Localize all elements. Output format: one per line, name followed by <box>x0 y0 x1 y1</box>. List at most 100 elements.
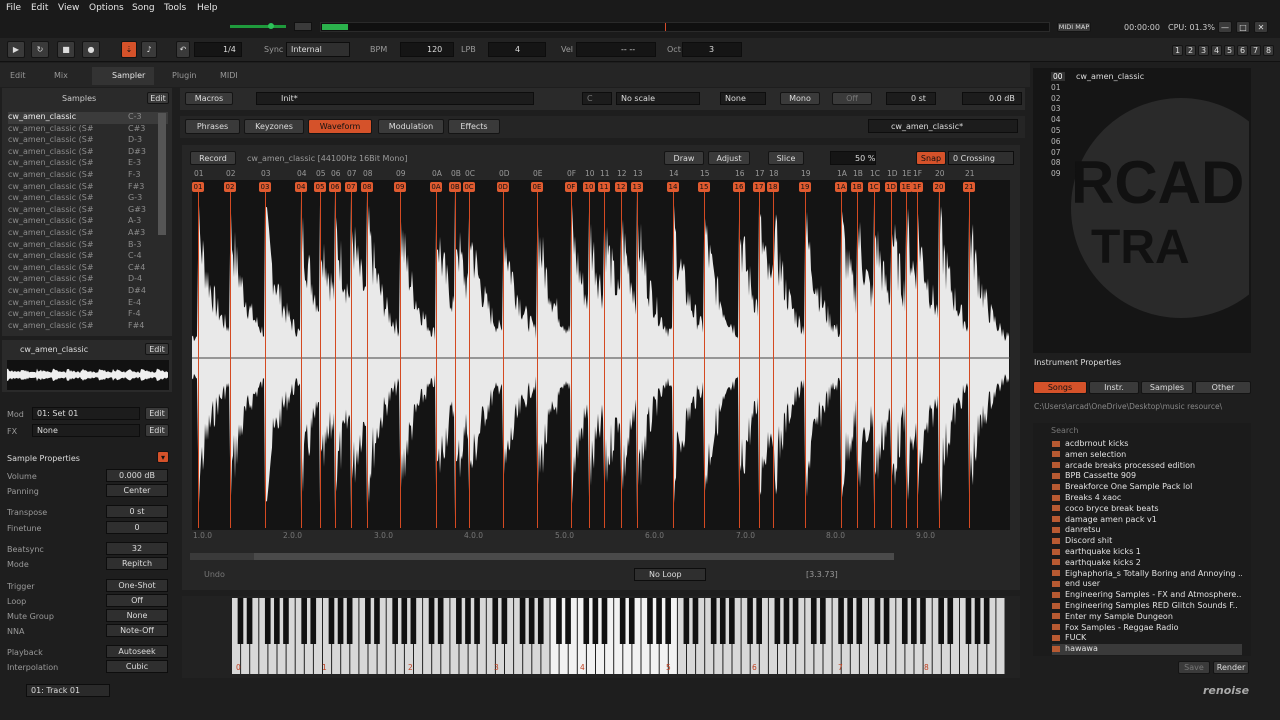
black-key[interactable] <box>374 598 380 644</box>
record-icon[interactable]: ● <box>82 41 100 58</box>
sample-list-item[interactable]: cw_amen_classic C-3 <box>8 112 168 124</box>
tab-effects[interactable]: Effects <box>448 119 500 134</box>
samples-edit-button[interactable]: Edit <box>147 92 169 104</box>
menu-edit[interactable]: Edit <box>31 3 48 13</box>
slice-marker-28[interactable]: 1D <box>885 182 897 192</box>
instrument-slot[interactable]: 08 <box>1051 158 1061 167</box>
browser-item[interactable]: Breakforce One Sample Pack lol <box>1052 482 1242 493</box>
fx-select[interactable]: None <box>32 424 140 437</box>
sample-list-item[interactable]: cw_amen_classic (S# E-4 <box>8 298 168 310</box>
instrument-slot[interactable]: 05 <box>1051 126 1061 135</box>
prop-field[interactable]: Repitch <box>106 557 168 570</box>
tab-modulation[interactable]: Modulation <box>378 119 444 134</box>
crossing-select[interactable]: 0 Crossing <box>948 151 1014 165</box>
midi-map-button[interactable]: MIDI MAP <box>1057 22 1091 32</box>
sample-list-item[interactable]: cw_amen_classic (S# E-3 <box>8 158 168 170</box>
prop-field[interactable]: Cubic <box>106 660 168 673</box>
scale-select[interactable]: No scale <box>616 92 700 105</box>
preview-edit-button[interactable]: Edit <box>145 343 169 355</box>
track-tab-2[interactable]: 2 <box>1185 45 1196 56</box>
sample-list-item[interactable]: cw_amen_classic (S# C#3 <box>8 124 168 136</box>
slice-marker-7[interactable]: 08 <box>361 182 373 192</box>
browser-item[interactable]: Enter my Sample Dungeon <box>1052 612 1242 623</box>
preset-select[interactable]: Init* <box>256 92 534 105</box>
sample-list-item[interactable]: cw_amen_classic (S# D#3 <box>8 147 168 159</box>
black-key[interactable] <box>337 598 344 644</box>
black-key[interactable] <box>983 598 990 644</box>
menu-song[interactable]: Song <box>132 3 155 13</box>
track-tab-8[interactable]: 8 <box>1263 45 1274 56</box>
instrument-slot[interactable]: 01 <box>1051 83 1061 92</box>
zoom-field[interactable]: 50 % <box>830 151 876 165</box>
black-key[interactable] <box>410 598 417 644</box>
prop-field[interactable]: Autoseek <box>106 645 168 658</box>
black-key[interactable] <box>428 598 435 644</box>
prop-field[interactable]: Off <box>106 594 168 607</box>
black-key[interactable] <box>756 598 762 644</box>
browser-item[interactable]: Engineering Samples - FX and Atmosphere.… <box>1052 590 1242 601</box>
slice-marker-27[interactable]: 1C <box>868 182 880 192</box>
track-tab-4[interactable]: 4 <box>1211 45 1222 56</box>
instrument-slot[interactable]: 09 <box>1051 169 1061 178</box>
sample-list-item[interactable]: cw_amen_classic (S# C#4 <box>8 263 168 275</box>
adjust-button[interactable]: Adjust <box>708 151 750 165</box>
menu-view[interactable]: View <box>58 3 79 13</box>
sample-list-item[interactable]: cw_amen_classic (S# F#3 <box>8 182 168 194</box>
black-key[interactable] <box>264 598 271 644</box>
track-tab-3[interactable]: 3 <box>1198 45 1209 56</box>
volume-db-field[interactable]: 0.0 dB <box>962 92 1022 105</box>
waveform-scroll-thumb[interactable] <box>254 553 894 560</box>
prop-field[interactable]: None <box>106 609 168 622</box>
tab-phrases[interactable]: Phrases <box>185 119 240 134</box>
browser-item[interactable]: hawawa <box>1052 644 1242 655</box>
slice-marker-20[interactable]: 15 <box>698 182 710 192</box>
prop-field[interactable]: Center <box>106 484 168 497</box>
slice-button[interactable]: Slice <box>768 151 804 165</box>
black-key[interactable] <box>938 598 944 644</box>
black-key[interactable] <box>346 598 353 644</box>
black-key[interactable] <box>246 598 253 644</box>
loop-mode-select[interactable]: No Loop <box>634 568 706 581</box>
browser-item[interactable]: BPB Cassette 909 <box>1052 471 1242 482</box>
draw-button[interactable]: Draw <box>664 151 704 165</box>
black-key[interactable] <box>556 598 562 644</box>
slice-marker-13[interactable]: 0E <box>531 182 543 192</box>
black-key[interactable] <box>792 598 799 644</box>
black-key[interactable] <box>783 598 790 644</box>
snap-button[interactable]: Snap <box>916 151 946 165</box>
black-key[interactable] <box>901 598 908 644</box>
browser-item[interactable]: earthquake kicks 2 <box>1052 558 1242 569</box>
undo-label[interactable]: Undo <box>204 570 225 579</box>
tab-waveform[interactable]: Waveform <box>308 119 372 134</box>
glide-toggle[interactable]: Off <box>832 92 872 105</box>
slice-marker-5[interactable]: 06 <box>329 182 341 192</box>
undo-icon[interactable]: ↶ <box>176 41 190 58</box>
black-key[interactable] <box>401 598 408 644</box>
mono-toggle[interactable]: Mono <box>780 92 820 105</box>
browser-path[interactable]: C:\Users\arcad\OneDrive\Desktop\music re… <box>1034 402 1234 411</box>
master-volume-slider[interactable] <box>230 25 286 28</box>
octave-field[interactable]: 3 <box>682 42 742 57</box>
black-key[interactable] <box>592 598 599 644</box>
black-key[interactable] <box>465 598 471 644</box>
black-key[interactable] <box>683 598 690 644</box>
menu-help[interactable]: Help <box>197 3 218 13</box>
black-key[interactable] <box>392 598 398 644</box>
browser-item[interactable]: Discord shit <box>1052 536 1242 547</box>
prop-field[interactable]: Note-Off <box>106 624 168 637</box>
slice-marker-16[interactable]: 11 <box>598 182 610 192</box>
slice-marker-6[interactable]: 07 <box>345 182 357 192</box>
black-key[interactable] <box>492 598 499 644</box>
volume-knob[interactable] <box>268 23 274 29</box>
browser-tab-other[interactable]: Other <box>1195 381 1251 394</box>
sample-list-item[interactable]: cw_amen_classic (S# F-4 <box>8 309 168 321</box>
follow-icon[interactable]: ⇣ <box>121 41 137 58</box>
sample-list-item[interactable]: cw_amen_classic (S# F#4 <box>8 321 168 333</box>
browser-item[interactable]: Engineering Samples RED Glitch Sounds F.… <box>1052 601 1242 612</box>
slice-marker-31[interactable]: 20 <box>933 182 945 192</box>
black-key[interactable] <box>619 598 626 644</box>
stop-icon[interactable]: ■ <box>57 41 75 58</box>
sample-list-item[interactable]: cw_amen_classic (S# C-4 <box>8 251 168 263</box>
black-key[interactable] <box>692 598 699 644</box>
black-key[interactable] <box>647 598 653 644</box>
